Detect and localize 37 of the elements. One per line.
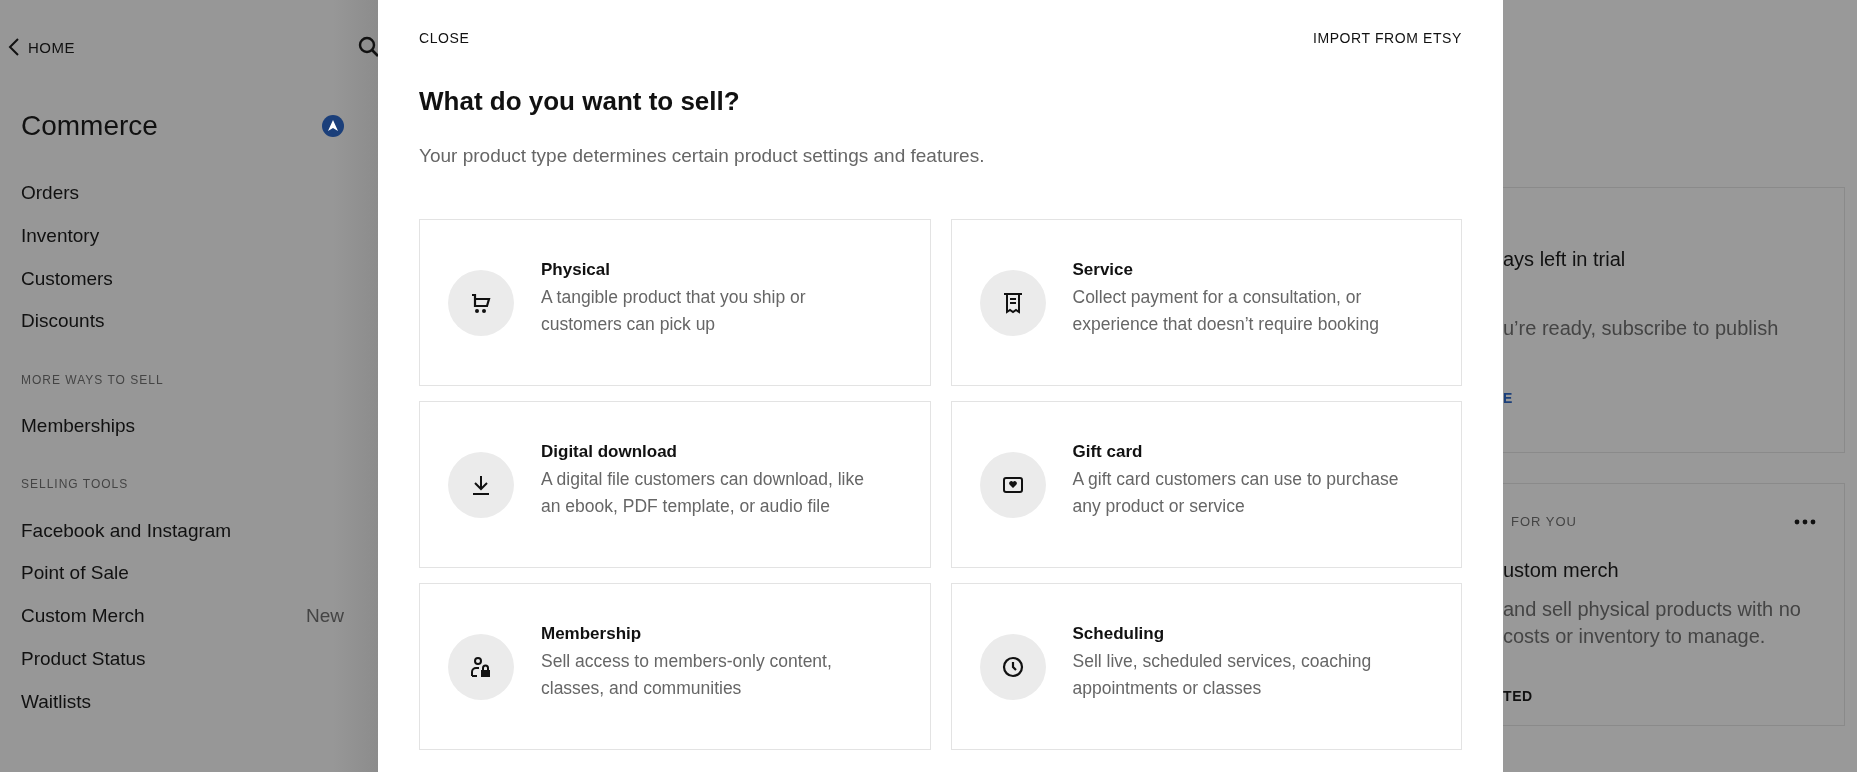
nav-item[interactable]: Orders (21, 182, 80, 205)
nav-item[interactable]: Customers (21, 267, 113, 290)
card-link[interactable]: E (1503, 390, 1844, 406)
card-link[interactable]: TED (1503, 688, 1844, 704)
product-type-card[interactable]: Membership Sell access to members-only content, classes, and communities (419, 583, 931, 750)
card-text: and sell physical products with no costs or inventory to manage. (1503, 597, 1802, 649)
section-heading: MORE WAYS TO SELL (21, 372, 165, 387)
modal-title: What do you want to sell? (419, 86, 741, 117)
nav-item[interactable]: Waitlists (21, 690, 92, 713)
nav-item[interactable]: Product Status (21, 647, 146, 670)
product-type-card[interactable]: Service Collect payment for a consultation, or experience that doesn’t require booking (950, 219, 1462, 386)
new-label: New (306, 605, 344, 628)
nav-item[interactable]: Memberships (21, 415, 136, 438)
nav-item[interactable]: Inventory (21, 225, 100, 248)
product-type-card[interactable]: Scheduling Sell live, scheduled services, coaching appointments or classes (950, 583, 1462, 750)
card-title: ays left in trial (1503, 248, 1627, 271)
person-lock-icon (469, 654, 493, 679)
nav-item[interactable]: Custom Merch (21, 605, 145, 628)
nav-item[interactable]: Discounts (21, 310, 105, 333)
sidebar-title: Commerce (21, 110, 158, 142)
card-title: ustom merch (1503, 559, 1620, 582)
more-options-icon[interactable] (1794, 518, 1816, 525)
clock-icon (1000, 654, 1025, 679)
section-heading: SELLING TOOLS (21, 477, 130, 492)
product-type-card[interactable]: Gift card A gift card customers can use to purchase any product or service (950, 401, 1462, 568)
card-eyebrow: FOR YOU (1511, 514, 1577, 529)
close-button[interactable]: CLOSE (419, 30, 470, 46)
card-text: u’re ready, subscribe to publish (1503, 316, 1780, 341)
nav-item[interactable]: Facebook and Instagram (21, 519, 232, 542)
import-button[interactable]: IMPORT FROM ETSY (1312, 30, 1462, 46)
nav-item[interactable]: Point of Sale (21, 562, 129, 585)
modal-subtitle: Your product type determines certain product settings and features. (419, 145, 986, 167)
product-type-card[interactable]: Physical A tangible product that you ship or customers can pick up (419, 219, 931, 386)
home-link[interactable]: HOME (8, 37, 75, 57)
back-chevron-icon (8, 37, 20, 57)
search-icon[interactable] (358, 36, 380, 58)
product-type-card[interactable]: Digital download A digital file customers can download, like an ebook, PDF template, or audio file (419, 401, 931, 568)
